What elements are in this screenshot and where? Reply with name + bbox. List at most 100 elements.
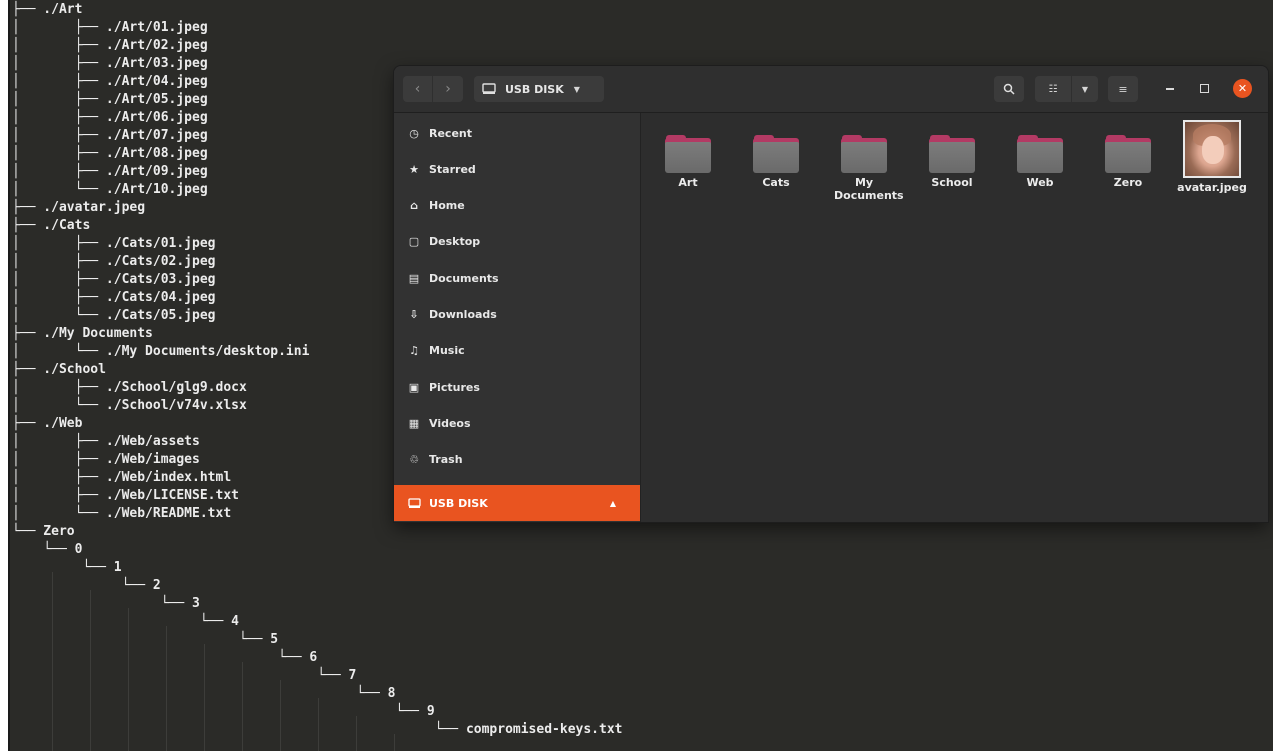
sidebar-item-recent[interactable]: ◷ Recent	[394, 115, 640, 151]
indent-guide	[318, 698, 319, 751]
minimize-button[interactable]	[1166, 88, 1174, 90]
terminal-line: └── 2	[12, 578, 161, 593]
terminal-line: │ ├── ./School/glg9.docx	[12, 380, 247, 395]
sidebar-item-starred[interactable]: ★ Starred	[394, 151, 640, 187]
view-toggle-button[interactable]: ☷	[1035, 76, 1071, 102]
item-label: avatar.jpeg	[1177, 181, 1247, 194]
close-button[interactable]: ✕	[1233, 79, 1252, 98]
terminal-line: └── 9	[12, 704, 435, 719]
sidebar: ◷ Recent ★ Starred ⌂ Home ▢ Desktop ▤ Documents ⇩ D…	[394, 113, 641, 522]
menu-button[interactable]: ≡	[1108, 76, 1138, 102]
folder-item[interactable]: School	[913, 133, 991, 189]
sidebar-item-desktop[interactable]: ▢ Desktop	[394, 224, 640, 260]
terminal-line: ├── ./Cats	[12, 218, 91, 233]
indent-guide	[242, 662, 243, 751]
sidebar-item-label: USB DISK	[429, 496, 488, 510]
sidebar-item-pictures[interactable]: ▣ Pictures	[394, 369, 640, 405]
terminal-line: │ ├── ./Art/07.jpeg	[12, 128, 208, 143]
terminal-line: ├── ./My Documents	[12, 326, 153, 341]
sidebar-item-label: Desktop	[429, 235, 481, 249]
maximize-button[interactable]	[1200, 84, 1209, 93]
folder-item[interactable]: Art	[649, 133, 727, 189]
search-icon	[1003, 83, 1015, 95]
terminal-line: │ ├── ./Cats/02.jpeg	[12, 254, 216, 269]
item-label: School	[931, 176, 973, 189]
sidebar-item-documents[interactable]: ▤ Documents	[394, 260, 640, 296]
eject-icon[interactable]: ▲	[610, 499, 616, 508]
sidebar-item-videos[interactable]: ▦ Videos	[394, 405, 640, 441]
terminal-line: ├── ./Art	[12, 2, 83, 17]
sidebar-item-downloads[interactable]: ⇩ Downloads	[394, 297, 640, 333]
terminal-line: └── 6	[12, 650, 318, 665]
terminal-line: │ ├── ./Web/LICENSE.txt	[12, 488, 239, 503]
terminal-line: │ ├── ./Art/01.jpeg	[12, 20, 208, 35]
chevron-down-icon: ▼	[1081, 84, 1089, 94]
item-label: Web	[1026, 176, 1054, 189]
sidebar-item-label: Pictures	[429, 380, 480, 394]
sidebar-item-label: Trash	[429, 453, 463, 467]
indent-guide	[280, 680, 281, 751]
sidebar-item-label: Recent	[429, 126, 473, 140]
terminal-line: │ ├── ./Art/05.jpeg	[12, 92, 208, 107]
folder-item[interactable]: Web	[1001, 133, 1079, 189]
item-label: Cats	[762, 176, 790, 189]
terminal-line: │ ├── ./Cats/01.jpeg	[12, 236, 216, 251]
terminal-line: │ ├── ./Art/04.jpeg	[12, 74, 208, 89]
drive-icon	[407, 496, 421, 510]
terminal-line: └── 4	[12, 614, 239, 629]
folder-item[interactable]: Cats	[737, 133, 815, 189]
indent-guide	[128, 608, 129, 751]
terminal-line: │ ├── ./Cats/03.jpeg	[12, 272, 216, 287]
music-icon: ♫	[409, 344, 419, 358]
location-button[interactable]: USB DISK ▼	[474, 76, 604, 102]
folder-item[interactable]: My Documents	[825, 133, 904, 202]
terminal-line: ├── ./avatar.jpeg	[12, 200, 146, 215]
terminal-line: └── 1	[12, 560, 122, 575]
document-icon: ▤	[408, 271, 420, 285]
sidebar-item-trash[interactable]: ♲ Trash	[394, 442, 640, 478]
folder-icon	[841, 133, 887, 173]
terminal-line: └── 0	[12, 542, 83, 557]
folder-item[interactable]: Zero	[1089, 133, 1167, 189]
terminal-line: │ ├── ./Art/09.jpeg	[12, 164, 208, 179]
list-view-icon: ☷	[1048, 83, 1058, 95]
search-button[interactable]	[994, 76, 1024, 102]
terminal-line: ├── ./Web	[12, 416, 83, 431]
image-thumbnail	[1183, 120, 1241, 178]
download-icon: ⇩	[409, 308, 419, 321]
indent-guide	[394, 734, 395, 751]
sidebar-item-label: Videos	[429, 416, 471, 430]
trash-icon: ♲	[409, 453, 419, 467]
sidebar-item-music[interactable]: ♫ Music	[394, 333, 640, 369]
sidebar-item-home[interactable]: ⌂ Home	[394, 188, 640, 224]
file-manager-window[interactable]: ‹ › USB DISK ▼ ☷ ▼ ≡ ✕ ◷ Recent ★ Starred ⌂ H…	[394, 66, 1268, 522]
forward-button[interactable]: ›	[433, 76, 463, 102]
folder-icon	[1017, 133, 1063, 173]
chevron-down-icon: ▼	[573, 84, 580, 94]
terminal-line: │ ├── ./Art/06.jpeg	[12, 110, 208, 125]
folder-icon	[665, 133, 711, 173]
terminal-line: │ └── ./Web/README.txt	[12, 506, 232, 521]
sidebar-item-label: Downloads	[429, 308, 497, 321]
header-bar: ‹ › USB DISK ▼ ☷ ▼ ≡ ✕	[394, 66, 1268, 113]
terminal-line: └── 3	[12, 596, 200, 611]
sidebar-item-label: Music	[429, 344, 465, 358]
terminal-line: │ └── ./Art/10.jpeg	[12, 182, 208, 197]
terminal-line: │ ├── ./Web/assets	[12, 434, 200, 449]
terminal-line: │ └── ./Cats/05.jpeg	[12, 308, 216, 323]
star-icon: ★	[409, 162, 419, 176]
sidebar-item-label: Home	[429, 199, 465, 213]
back-button[interactable]: ‹	[403, 76, 432, 102]
file-view[interactable]: Art Cats My Documents School Web Zero avatar.j…	[641, 113, 1268, 522]
terminal-line: │ ├── ./Web/images	[12, 452, 200, 467]
terminal-line: │ └── ./School/v74v.xlsx	[12, 398, 247, 413]
clock-icon: ◷	[409, 126, 419, 140]
drive-icon	[482, 83, 496, 94]
picture-icon: ▣	[408, 380, 420, 394]
home-icon: ⌂	[410, 199, 418, 213]
view-options-button[interactable]: ▼	[1072, 76, 1098, 102]
folder-icon	[753, 133, 799, 173]
file-item[interactable]: avatar.jpeg	[1173, 120, 1251, 194]
terminal-line: │ ├── ./Art/02.jpeg	[12, 38, 208, 53]
sidebar-item-usb-disk[interactable]: USB DISK ▲	[394, 485, 640, 521]
